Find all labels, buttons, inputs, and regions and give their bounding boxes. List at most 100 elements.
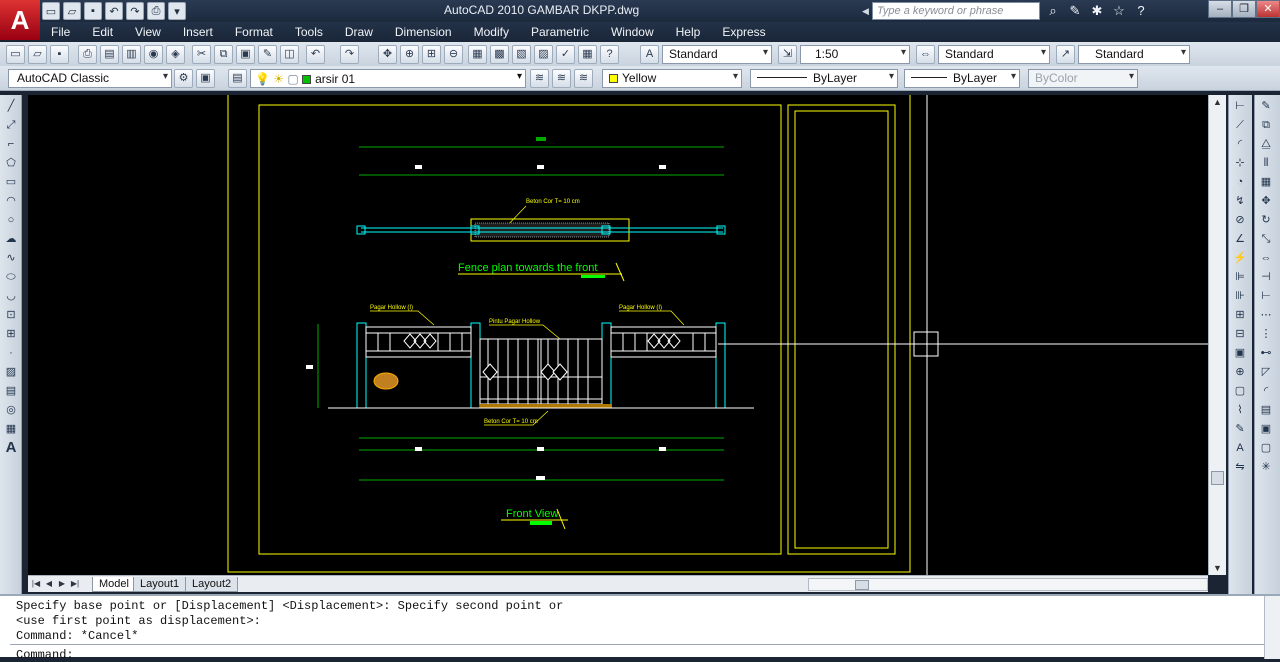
- circle-icon[interactable]: ○: [3, 212, 19, 228]
- redo-icon[interactable]: ↷: [126, 2, 144, 20]
- fillet-icon[interactable]: ◜: [1258, 383, 1274, 399]
- dim-text-edit-icon[interactable]: A: [1232, 440, 1248, 456]
- pan-icon[interactable]: ✥: [378, 45, 397, 64]
- jogged-linear-icon[interactable]: ⌇: [1232, 402, 1248, 418]
- layer-properties-icon[interactable]: ▤: [228, 69, 247, 88]
- offset-icon[interactable]: ⫴: [1258, 155, 1274, 171]
- tool-palettes-icon[interactable]: ▧: [512, 45, 531, 64]
- rotate-icon[interactable]: ↻: [1258, 212, 1274, 228]
- print-icon[interactable]: ⎙: [78, 45, 97, 64]
- region-icon[interactable]: ◎: [3, 402, 19, 418]
- etransmit-icon[interactable]: ◈: [166, 45, 185, 64]
- linear-dim-icon[interactable]: ⊢: [1232, 98, 1248, 114]
- menu-express[interactable]: Express: [711, 25, 776, 39]
- lineweight-select[interactable]: ByLayer: [904, 69, 1020, 88]
- point-icon[interactable]: ·: [3, 345, 19, 361]
- radius-icon[interactable]: ◔: [1232, 174, 1248, 190]
- restore-button[interactable]: ❐: [1232, 0, 1256, 18]
- quick-dim-icon[interactable]: ⚡: [1232, 250, 1248, 266]
- gradient-icon[interactable]: ▤: [3, 383, 19, 399]
- menu-edit[interactable]: Edit: [81, 25, 124, 39]
- annotation-scale-icon[interactable]: ⇲: [778, 45, 797, 64]
- text-style-icon[interactable]: A: [640, 45, 659, 64]
- close-button[interactable]: ✕: [1256, 0, 1280, 18]
- make-current-layer-icon[interactable]: ≋: [530, 69, 549, 88]
- angular-icon[interactable]: ∠: [1232, 231, 1248, 247]
- layer-state-icon[interactable]: ≋: [574, 69, 593, 88]
- dim-style-select[interactable]: Standard: [938, 45, 1050, 64]
- dim-update-icon[interactable]: ⇋: [1232, 459, 1248, 475]
- design-center-icon[interactable]: ▩: [490, 45, 509, 64]
- horizontal-scrollbar[interactable]: [808, 578, 1208, 591]
- layer-previous-icon[interactable]: ≋: [552, 69, 571, 88]
- communication-icon[interactable]: ✱: [1088, 2, 1106, 20]
- save-file-icon[interactable]: ▪: [50, 45, 69, 64]
- help-icon[interactable]: ?: [1132, 2, 1150, 20]
- stretch-icon[interactable]: ⇔: [1258, 250, 1274, 266]
- menu-tools[interactable]: Tools: [284, 25, 334, 39]
- trim-icon[interactable]: ⊣: [1258, 269, 1274, 285]
- polygon-icon[interactable]: ⬠: [3, 155, 19, 171]
- favorites-icon[interactable]: ☆: [1110, 2, 1128, 20]
- menu-help[interactable]: Help: [665, 25, 712, 39]
- block-editor-icon[interactable]: ◫: [280, 45, 299, 64]
- publish-icon[interactable]: ▥: [122, 45, 141, 64]
- menu-modify[interactable]: Modify: [463, 25, 520, 39]
- drawing-canvas[interactable]: Beton Cor T= 10 cm Fence plan towards th…: [28, 95, 1208, 575]
- bring-front-icon[interactable]: ▣: [1258, 421, 1274, 437]
- table-icon[interactable]: ▦: [3, 421, 19, 437]
- vertical-scrollbar[interactable]: ▲ ▼: [1208, 95, 1226, 575]
- extend-icon[interactable]: ⊢: [1258, 288, 1274, 304]
- array-icon[interactable]: ▦: [1258, 174, 1274, 190]
- jogged-icon[interactable]: ↯: [1232, 193, 1248, 209]
- dim-space-icon[interactable]: ⊞: [1232, 307, 1248, 323]
- mirror-icon[interactable]: ⧋: [1258, 136, 1274, 152]
- hatch-icon[interactable]: ▨: [3, 364, 19, 380]
- inspection-icon[interactable]: ▢: [1232, 383, 1248, 399]
- binoculars-icon[interactable]: ⌕: [1044, 2, 1062, 20]
- help-tool-icon[interactable]: ?: [600, 45, 619, 64]
- minimize-button[interactable]: –: [1208, 0, 1232, 18]
- open-icon[interactable]: ▱: [63, 2, 81, 20]
- dim-edit-icon[interactable]: ✎: [1232, 421, 1248, 437]
- chamfer-icon[interactable]: ◸: [1258, 364, 1274, 380]
- command-line[interactable]: Specify base point or [Displacement] <Di…: [0, 594, 1280, 662]
- command-scrollbar[interactable]: [1264, 596, 1280, 659]
- horizontal-scroll-thumb[interactable]: [855, 580, 869, 590]
- draworder-icon[interactable]: ▤: [1258, 402, 1274, 418]
- prev-tab-icon[interactable]: ◀: [43, 578, 55, 590]
- zoom-previous-icon[interactable]: ⊖: [444, 45, 463, 64]
- workspace-save-icon[interactable]: ▣: [196, 69, 215, 88]
- continue-icon[interactable]: ⊪: [1232, 288, 1248, 304]
- ellipse-icon[interactable]: ⬭: [3, 269, 19, 285]
- dim-style-icon[interactable]: ⇔: [916, 45, 935, 64]
- aligned-dim-icon[interactable]: ⟋: [1232, 117, 1248, 133]
- markup-icon[interactable]: ✓: [556, 45, 575, 64]
- 3d-dwf-icon[interactable]: ◉: [144, 45, 163, 64]
- make-block-icon[interactable]: ⊞: [3, 326, 19, 342]
- break-at-point-icon[interactable]: ⋯: [1258, 307, 1274, 323]
- vertical-scroll-thumb[interactable]: [1211, 471, 1224, 485]
- new-icon[interactable]: ▭: [42, 2, 60, 20]
- last-tab-icon[interactable]: ▶|: [69, 578, 81, 590]
- next-tab-icon[interactable]: ▶: [56, 578, 68, 590]
- redo-tool-icon[interactable]: ↷: [340, 45, 359, 64]
- copy-icon[interactable]: ⧉: [214, 45, 233, 64]
- multileader-style-select[interactable]: Standard: [1078, 45, 1190, 64]
- text-style-select[interactable]: Standard: [662, 45, 772, 64]
- layer-select[interactable]: 💡 ☀ ▢ arsir 01 ▾: [250, 69, 526, 88]
- zoom-window-icon[interactable]: ⊞: [422, 45, 441, 64]
- plot-icon[interactable]: ⎙: [147, 2, 165, 20]
- erase-icon[interactable]: ✎: [1258, 98, 1274, 114]
- color-select[interactable]: Yellow: [602, 69, 742, 88]
- scale-icon[interactable]: ⤡: [1258, 231, 1274, 247]
- copy-object-icon[interactable]: ⧉: [1258, 117, 1274, 133]
- insert-block-icon[interactable]: ⊡: [3, 307, 19, 323]
- menu-parametric[interactable]: Parametric: [520, 25, 600, 39]
- ordinate-icon[interactable]: ⊹: [1232, 155, 1248, 171]
- center-mark-icon[interactable]: ⊕: [1232, 364, 1248, 380]
- menu-window[interactable]: Window: [600, 25, 665, 39]
- first-tab-icon[interactable]: |◀: [30, 578, 42, 590]
- join-icon[interactable]: ⊷: [1258, 345, 1274, 361]
- tab-layout1[interactable]: Layout1: [133, 577, 187, 592]
